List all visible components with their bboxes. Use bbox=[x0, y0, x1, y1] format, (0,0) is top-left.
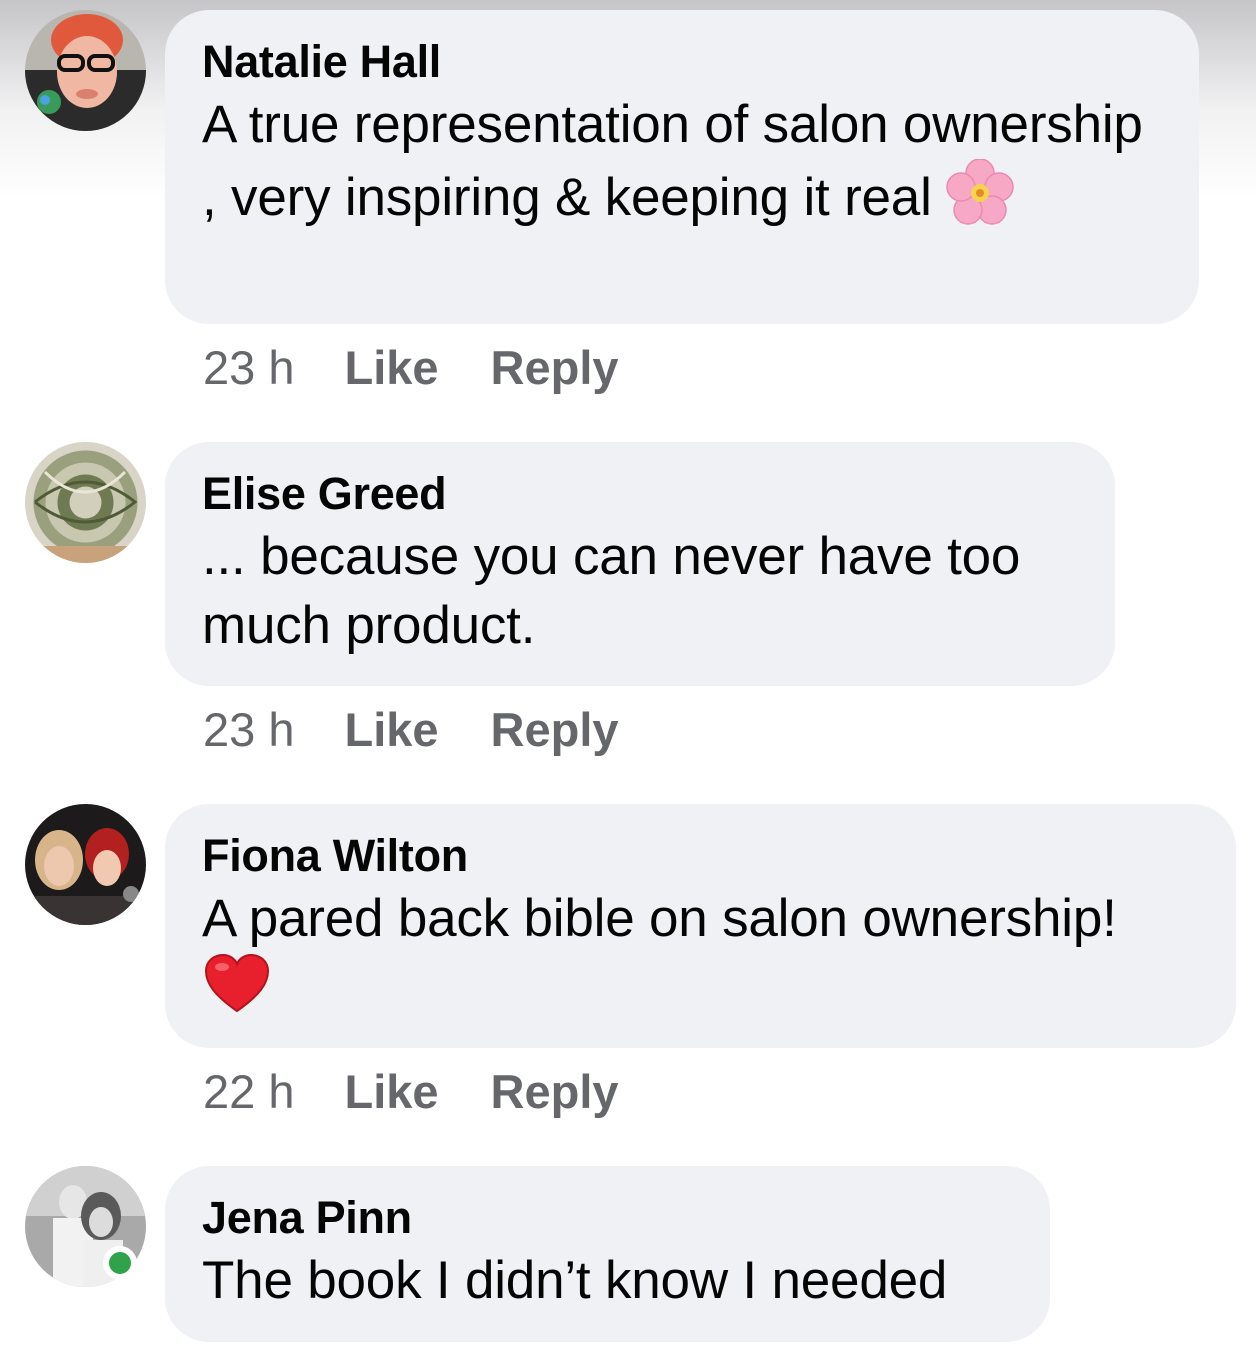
comment-bubble: Fiona Wilton A pared back bible on salon… bbox=[165, 804, 1236, 1048]
avatar[interactable] bbox=[25, 804, 146, 925]
reply-button[interactable]: Reply bbox=[491, 702, 619, 758]
comment-author[interactable]: Elise Greed bbox=[202, 466, 1079, 522]
comment-text: ... because you can never have too much … bbox=[202, 527, 1021, 655]
comment-actions: 22 h Like Reply bbox=[203, 1064, 619, 1120]
comment-bubble: Elise Greed ... because you can never ha… bbox=[165, 442, 1115, 686]
like-button[interactable]: Like bbox=[344, 1064, 438, 1120]
online-status-icon bbox=[103, 1246, 137, 1280]
comment-author[interactable]: Fiona Wilton bbox=[202, 828, 1200, 884]
avatar[interactable] bbox=[25, 1166, 146, 1287]
comment-body: A pared back bible on salon ownership! bbox=[202, 889, 1117, 948]
comment-text: A true representation of salon ownership… bbox=[202, 90, 1163, 244]
reply-button[interactable]: Reply bbox=[491, 340, 619, 396]
red-heart-icon bbox=[204, 953, 270, 1032]
avatar[interactable] bbox=[25, 442, 146, 563]
comment-author[interactable]: Natalie Hall bbox=[202, 34, 1163, 90]
comment-text: A pared back bible on salon ownership! bbox=[202, 884, 1200, 1032]
comment-bubble: Natalie Hall A true representation of sa… bbox=[165, 10, 1199, 324]
comment-timestamp[interactable]: 22 h bbox=[203, 1064, 294, 1120]
like-button[interactable]: Like bbox=[344, 340, 438, 396]
comment-text: The book I didn’t know I needed bbox=[202, 1251, 948, 1310]
comment-bubble: Jena Pinn The book I didn’t know I neede… bbox=[165, 1166, 1050, 1342]
reply-button[interactable]: Reply bbox=[491, 1064, 619, 1120]
comment-timestamp[interactable]: 23 h bbox=[203, 340, 294, 396]
comment-author[interactable]: Jena Pinn bbox=[202, 1190, 1014, 1246]
avatar[interactable] bbox=[25, 10, 146, 131]
comment-actions: 23 h Like Reply bbox=[203, 340, 619, 396]
comment-timestamp[interactable]: 23 h bbox=[203, 702, 294, 758]
comment-actions: 23 h Like Reply bbox=[203, 702, 619, 758]
like-button[interactable]: Like bbox=[344, 702, 438, 758]
cherry-blossom-icon bbox=[945, 158, 1014, 244]
